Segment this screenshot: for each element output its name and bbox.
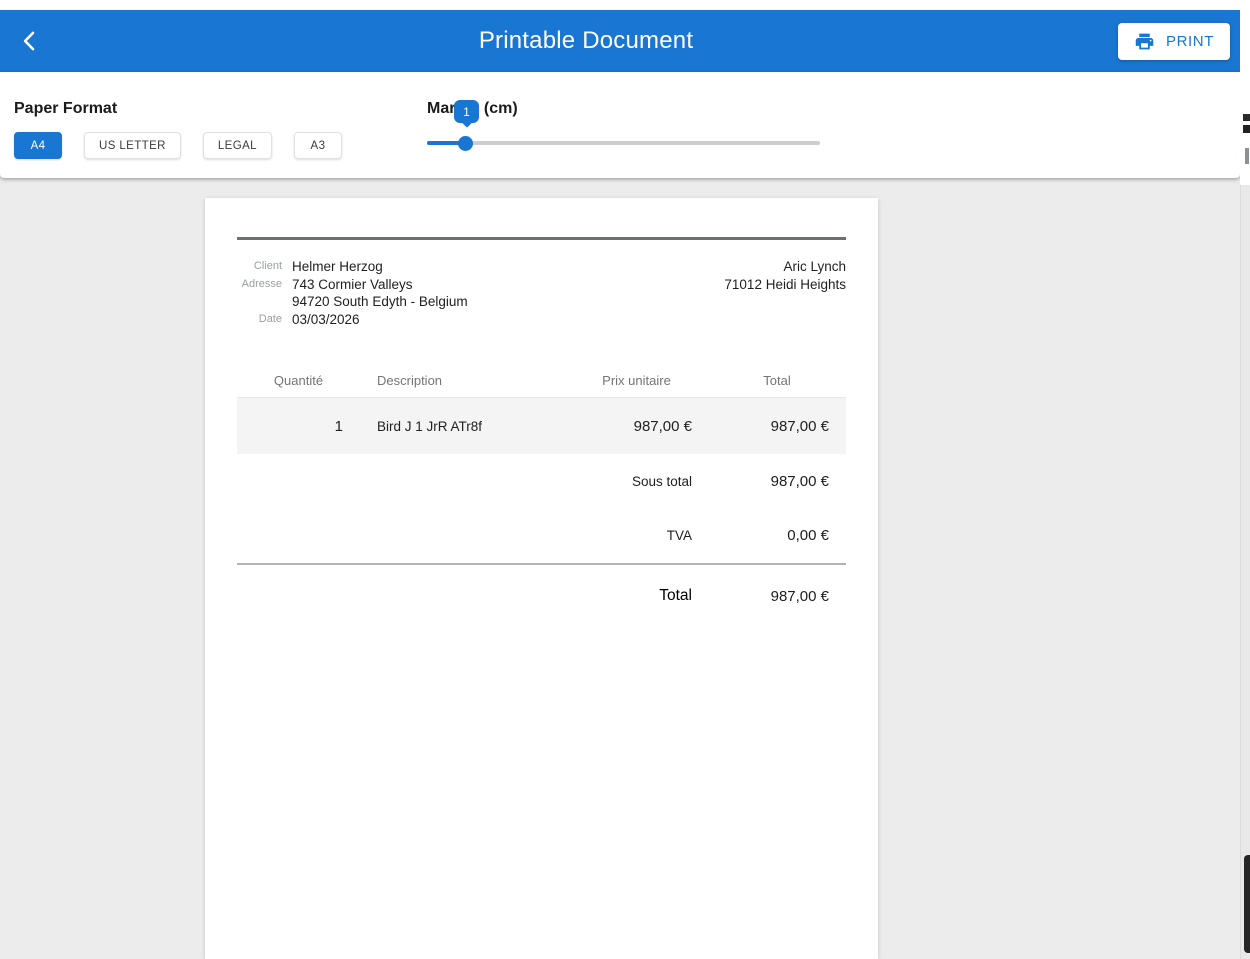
top-strip — [0, 0, 1250, 10]
address-label-spacer — [237, 293, 282, 311]
margin-section: Margin (cm) 1 — [427, 100, 820, 160]
client-block: Client Helmer Herzog Adresse 743 Cormier… — [237, 258, 468, 328]
grand-total-label: Total — [659, 587, 692, 605]
cell-description: Bird J 1 JrR ATr8f — [360, 419, 565, 434]
slider-handle[interactable] — [458, 136, 473, 151]
right-edge-mark — [1243, 125, 1250, 133]
app-bar: Printable Document PRINT — [0, 10, 1240, 72]
right-edge-artifact-dark — [1244, 855, 1250, 953]
subtotal-label: Sous total — [632, 474, 692, 489]
paper-format-button-group: A4 US LETTER LEGAL A3 — [14, 132, 364, 159]
format-us-letter-button[interactable]: US LETTER — [84, 132, 181, 159]
recipient-name: Aric Lynch — [724, 258, 846, 276]
printer-icon — [1134, 31, 1155, 52]
address-line1: 743 Cormier Valleys — [292, 276, 468, 294]
print-settings-toolbar: Paper Format A4 US LETTER LEGAL A3 Margi… — [0, 72, 1240, 178]
document-preview: Client Helmer Herzog Adresse 743 Cormier… — [205, 198, 878, 959]
client-name: Helmer Herzog — [292, 258, 468, 276]
grand-total-row: Total 987,00 € — [237, 565, 846, 627]
date-label: Date — [237, 311, 282, 329]
address-label: Adresse — [237, 276, 282, 294]
paper-format-section: Paper Format A4 US LETTER LEGAL A3 — [14, 100, 364, 159]
app-root: Printable Document PRINT Paper Format A4… — [0, 0, 1250, 959]
page-title: Printable Document — [54, 27, 1118, 55]
format-a3-button[interactable]: A3 — [294, 132, 342, 159]
tax-label: TVA — [667, 528, 692, 543]
recipient-address: 71012 Heidi Heights — [724, 276, 846, 294]
right-edge-artifact — [1240, 0, 1250, 959]
invoice-items-table: Quantité Description Prix unitaire Total… — [237, 368, 846, 454]
header-description: Description — [360, 373, 565, 388]
table-row: 1 Bird J 1 JrR ATr8f 987,00 € 987,00 € — [237, 398, 846, 454]
format-legal-button[interactable]: LEGAL — [203, 132, 272, 159]
back-button[interactable] — [6, 17, 54, 65]
paper-format-label: Paper Format — [14, 100, 364, 118]
client-label: Client — [237, 258, 282, 276]
header-unit-price: Prix unitaire — [565, 373, 708, 388]
chevron-left-icon — [16, 27, 44, 55]
header-qty: Quantité — [237, 373, 360, 388]
cell-qty: 1 — [237, 418, 360, 435]
format-a4-button[interactable]: A4 — [14, 132, 62, 159]
print-button[interactable]: PRINT — [1118, 23, 1230, 60]
slider-value-bubble: 1 — [454, 100, 479, 123]
invoice: Client Helmer Herzog Adresse 743 Cormier… — [205, 198, 878, 627]
cell-total: 987,00 € — [708, 418, 846, 435]
header-total: Total — [708, 373, 846, 388]
cell-unit-price: 987,00 € — [565, 418, 708, 435]
right-edge-mark — [1243, 114, 1250, 121]
table-header-row: Quantité Description Prix unitaire Total — [237, 368, 846, 398]
invoice-parties: Client Helmer Herzog Adresse 743 Cormier… — [237, 258, 846, 328]
recipient-block: Aric Lynch 71012 Heidi Heights — [724, 258, 846, 328]
grand-total-value: 987,00 € — [692, 588, 846, 605]
right-edge-mark — [1245, 148, 1249, 164]
invoice-top-rule — [237, 237, 846, 240]
print-button-label: PRINT — [1166, 33, 1214, 50]
tax-row: TVA 0,00 € — [237, 508, 846, 562]
subtotal-value: 987,00 € — [692, 473, 846, 490]
subtotal-row: Sous total 987,00 € — [237, 454, 846, 508]
tax-value: 0,00 € — [692, 527, 846, 544]
date-value: 03/03/2026 — [292, 311, 468, 329]
address-line2: 94720 South Edyth - Belgium — [292, 293, 468, 311]
slider-track[interactable] — [427, 141, 820, 145]
